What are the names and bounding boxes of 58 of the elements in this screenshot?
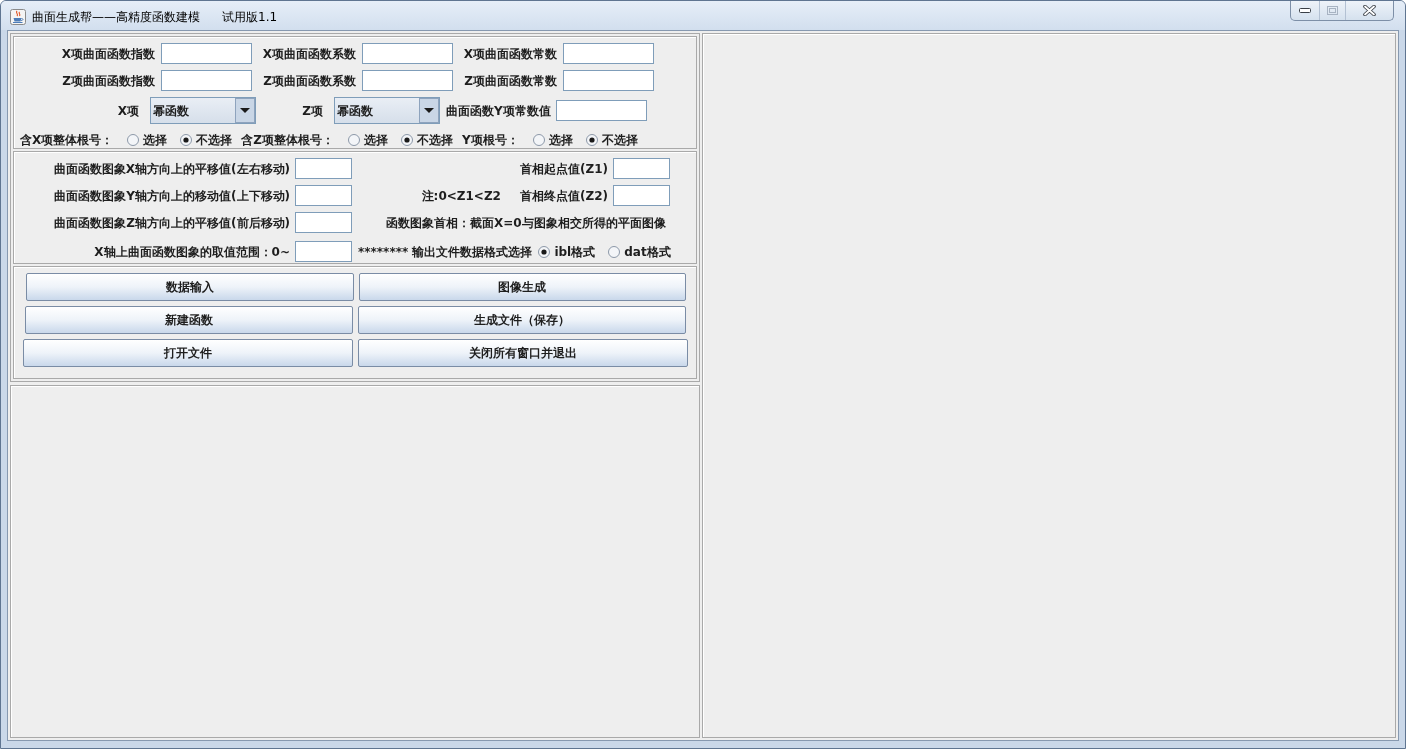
field-label: 首相终点值(Z2) [519,189,608,202]
radio-button[interactable]: 选择 [347,132,388,148]
input-field[interactable] [161,43,252,64]
input-field[interactable] [613,185,670,206]
radio-button[interactable]: 选择 [127,132,168,148]
action-button[interactable]: 新建函数 [25,306,353,334]
input-field[interactable] [295,212,352,233]
minimize-icon [1299,8,1311,13]
caret-icon [419,98,439,123]
field-label: Z项曲面函数系数 [263,74,356,87]
input-field[interactable] [563,70,654,91]
option-label: 含Z项整体根号： [241,134,334,146]
radio-button[interactable]: ibl格式 [538,243,596,260]
radio-button[interactable]: 选择 [532,132,573,148]
description-text: 函数图象首相：截面X=0与图象相交所得的平面图像 [386,216,666,229]
coffee-cup-icon [10,9,26,25]
field-label: Z项曲面函数指数 [62,74,155,87]
action-button[interactable]: 图像生成 [358,273,686,301]
action-button[interactable]: 数据输入 [26,273,354,301]
input-field[interactable] [295,241,352,262]
maximize-icon [1327,6,1338,15]
option-label: ******** 输出文件数据格式选择 [358,245,533,258]
version-label: 试用版1.1 [222,9,278,26]
field-label: Z项 [302,104,323,117]
field-label: 首相起点值(Z1) [519,162,608,175]
radio-button[interactable]: 不选择 [585,132,638,148]
input-field[interactable] [613,158,670,179]
field-label: 曲面函数图象Z轴方向上的平移值(前后移动) [54,216,290,229]
input-field[interactable] [161,70,252,91]
field-label: X项曲面函数指数 [61,47,155,60]
dropdown[interactable]: 幂函数 [150,97,256,124]
input-field[interactable] [362,70,453,91]
caret-icon [235,98,255,123]
field-label: X轴上曲面函数图象的取值范围：0~ [94,245,290,258]
input-field[interactable] [362,43,453,64]
field-label: 曲面函数图象X轴方向上的平移值(左右移动) [53,162,290,175]
field-label: Z项曲面函数常数 [464,74,557,87]
close-icon [1363,5,1376,16]
note-text: 注:0<Z1<Z2 [421,189,501,202]
action-button[interactable]: 打开文件 [23,339,353,367]
field-label: X项 [117,104,139,117]
field-label: X项曲面函数系数 [262,47,356,60]
field-label: 曲面函数Y项常数值 [446,104,551,117]
input-field[interactable] [295,158,352,179]
input-field[interactable] [295,185,352,206]
action-button[interactable]: 关闭所有窗口并退出 [358,339,688,367]
radio-button[interactable]: dat格式 [608,243,671,260]
radio-button[interactable]: 不选择 [180,132,233,148]
radio-button[interactable]: 不选择 [400,132,453,148]
option-label: 含X项整体根号： [20,134,114,146]
dropdown[interactable]: 幂函数 [334,97,440,124]
input-field[interactable] [563,43,654,64]
field-label: 曲面函数图象Y轴方向上的移动值(上下移动) [54,189,290,202]
action-button[interactable]: 生成文件（保存） [358,306,686,334]
field-label: X项曲面函数常数 [463,47,557,60]
option-label: Y项根号： [461,134,519,146]
input-field[interactable] [555,100,647,121]
window-title: 曲面生成帮——高精度函数建模 [32,9,200,26]
